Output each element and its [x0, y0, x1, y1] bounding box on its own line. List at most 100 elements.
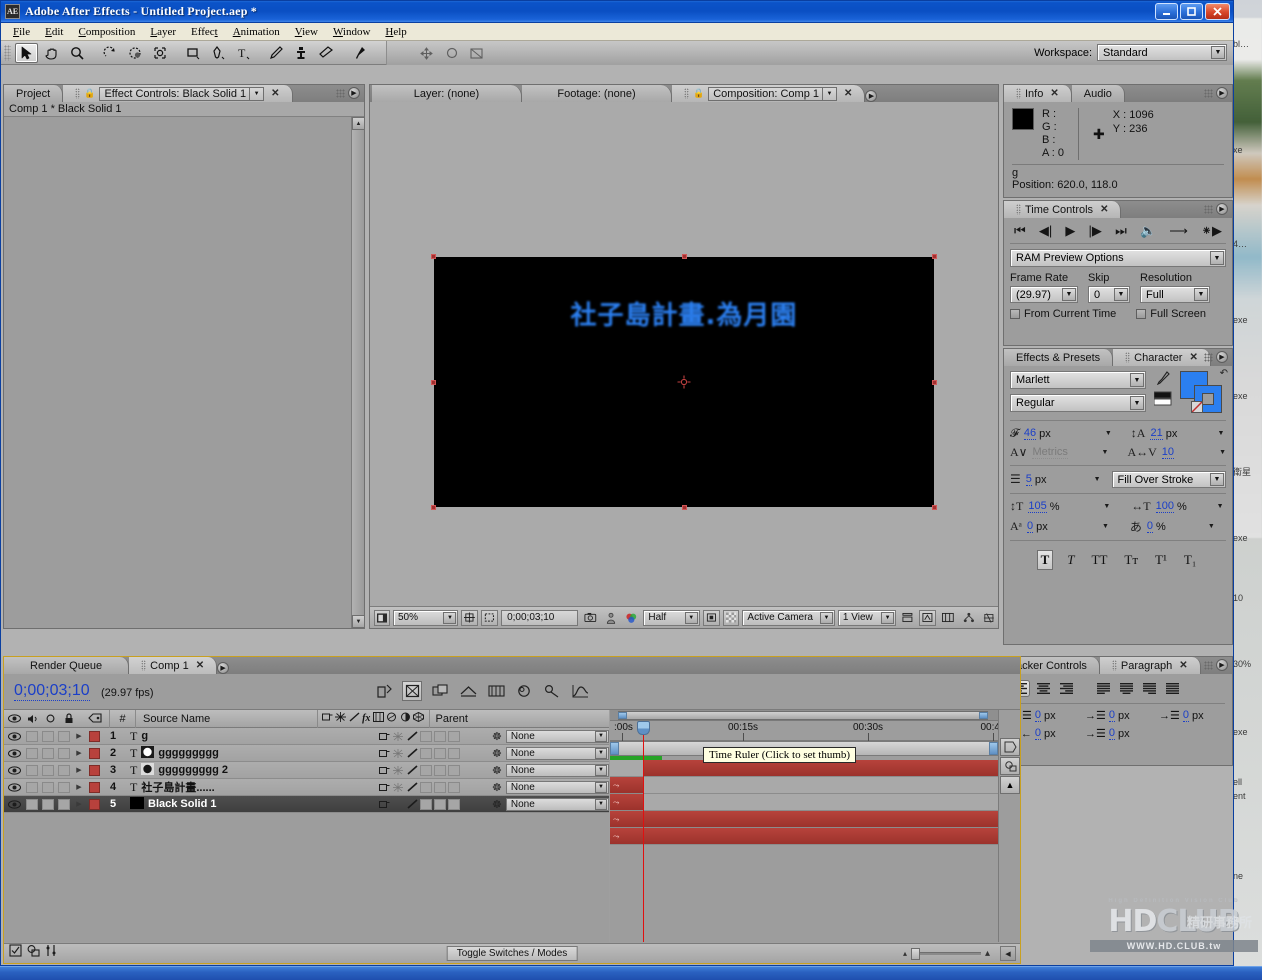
close-icon[interactable]: ✕ — [1100, 204, 1108, 215]
selection-handle-bc[interactable] — [682, 505, 687, 510]
checkbox-icon[interactable] — [1010, 309, 1020, 319]
toggle-switches-icon[interactable] — [9, 944, 22, 960]
close-icon[interactable]: ✕ — [844, 88, 852, 99]
layer-parent[interactable]: ☸ None ▼ — [489, 796, 609, 813]
layer-source-name[interactable]: T 社子島計畫...... — [124, 779, 377, 796]
paragraph-panel-menu[interactable]: ▶ — [1204, 659, 1228, 671]
table-row[interactable]: ▶ 5 Black Solid 1 ☸ None ▼ — [4, 796, 609, 813]
effects-toggle[interactable] — [420, 764, 432, 776]
transport-controls[interactable]: ⏮ ◀| ▶ |▶ ⏭ 🔈 ⟶ ⁕▶ — [1010, 222, 1226, 241]
zoom-in-icon[interactable]: ▴ — [985, 948, 990, 959]
selection-handle-mr[interactable] — [932, 380, 937, 385]
indent-left-value[interactable]: 0 — [1034, 709, 1041, 722]
rotation-tool[interactable] — [98, 43, 121, 63]
enable-frame-blending-icon[interactable] — [458, 681, 478, 701]
layer-lock-toggle[interactable] — [56, 762, 72, 779]
tab-grip-icon[interactable] — [1016, 204, 1021, 215]
timeline-layer-rows[interactable]: ▶ 1 Tg ☸ None ▼ ▶ 2 Tggggggggg ☸ None ▼ ▶ 3 Tggggggggg… — [4, 728, 609, 942]
chevron-down-icon[interactable]: ▼ — [1194, 288, 1208, 301]
shy-switch-icon[interactable] — [321, 712, 333, 725]
layer-twirl-icon[interactable]: ▶ — [72, 745, 86, 762]
font-family-dropdown[interactable]: Marlett ▼ — [1010, 371, 1146, 389]
pickwhip-icon[interactable]: ☸ — [492, 730, 502, 743]
selection-handle-br[interactable] — [932, 505, 937, 510]
tab-grip-icon[interactable] — [1111, 660, 1117, 671]
chevron-down-icon[interactable]: ▼ — [595, 764, 607, 776]
full-screen-checkbox[interactable]: Full Screen — [1136, 308, 1206, 320]
chevron-down-icon[interactable]: ▼ — [595, 730, 607, 742]
tab-grip-icon[interactable] — [1016, 88, 1021, 99]
close-icon[interactable]: ✕ — [271, 88, 279, 99]
justify-last-left-button[interactable] — [1094, 680, 1113, 697]
clone-stamp-tool[interactable] — [289, 43, 312, 63]
current-time-indicator[interactable] — [637, 721, 650, 735]
layer-switches[interactable] — [377, 762, 489, 779]
prev-frame-icon[interactable]: ◀| — [1039, 224, 1052, 237]
column-label-icon[interactable] — [80, 709, 110, 728]
zoom-slider-thumb[interactable] — [910, 947, 920, 960]
chevron-down-icon[interactable]: ▼ — [595, 747, 607, 759]
frame-blend-switch-icon[interactable] — [372, 712, 384, 725]
puppet-pin-tool[interactable] — [347, 43, 370, 63]
title-bar[interactable]: AE Adobe After Effects - Untitled Projec… — [1, 1, 1233, 23]
horizontal-scale-field[interactable]: 100 % — [1155, 500, 1212, 513]
pickwhip-icon[interactable]: ☸ — [492, 747, 502, 760]
chevron-down-icon[interactable]: ▼ — [684, 611, 698, 624]
draft-3d-icon[interactable] — [402, 681, 422, 701]
layer-audio-toggle[interactable] — [24, 745, 40, 762]
indent-first-line-value[interactable]: 0 — [1182, 709, 1189, 722]
chevron-down-icon[interactable]: ▼ — [1217, 503, 1224, 510]
stroke-width-value[interactable]: 5 — [1025, 473, 1032, 486]
subscript-button[interactable]: T₁ — [1181, 551, 1199, 569]
collapse-toggle[interactable] — [391, 765, 405, 775]
tab-effect-controls[interactable]: 🔒 Effect Controls: Black Solid 1 ▼ ✕ — [63, 85, 293, 102]
menu-bar[interactable]: File Edit Composition Layer Effect Animation V… — [1, 23, 1233, 41]
layer-duration-bar[interactable]: ⤳ — [610, 811, 998, 827]
windows-taskbar[interactable] — [0, 966, 1262, 980]
frame-blend-toggle[interactable] — [434, 764, 446, 776]
composition-canvas-area[interactable]: 社子島計畫.為月園 — [370, 102, 998, 606]
layer-duration-bars[interactable]: ⤳ ⤳ ⤳ ⤳ — [610, 760, 998, 942]
layer-switches[interactable] — [377, 728, 489, 745]
shy-toggle[interactable] — [377, 749, 391, 758]
zoom-slider-track[interactable] — [910, 952, 981, 955]
effect-controls-scrollbar[interactable]: ▲ ▼ — [351, 117, 365, 628]
workspace-dropdown[interactable]: Standard ▼ — [1097, 44, 1227, 61]
black-white-swatch-icon[interactable] — [1153, 391, 1172, 410]
chevron-down-icon[interactable]: ▼ — [1210, 251, 1224, 265]
faux-italic-button[interactable]: T — [1064, 551, 1077, 569]
zoom-tool[interactable] — [65, 43, 88, 63]
workspace-selector[interactable]: Workspace: Standard ▼ — [1034, 44, 1227, 61]
layer-color-swatch[interactable] — [86, 728, 102, 745]
pickwhip-icon[interactable]: ☸ — [492, 798, 502, 811]
tab-footage-viewer[interactable]: Footage: (none) — [522, 85, 672, 102]
chevron-down-icon[interactable]: ▼ — [819, 611, 833, 624]
kerning-field[interactable]: Metrics — [1032, 446, 1096, 459]
column-number-label[interactable]: # — [110, 709, 136, 728]
panel-menu-icon[interactable]: ▶ — [865, 90, 878, 102]
paragraph-alignment-buttons[interactable] — [1011, 680, 1225, 697]
collapse-switch-icon[interactable] — [335, 712, 347, 725]
frame-blend-toggle[interactable] — [434, 798, 446, 810]
column-solo-icon[interactable] — [42, 710, 58, 728]
auto-keyframe-icon[interactable] — [542, 681, 562, 701]
faux-bold-button[interactable]: T — [1036, 550, 1054, 570]
small-caps-button[interactable]: Tᴛ — [1121, 551, 1141, 569]
tracking-value[interactable]: 10 — [1161, 446, 1175, 459]
layer-audio-toggle[interactable] — [24, 762, 40, 779]
justify-last-center-button[interactable] — [1117, 680, 1136, 697]
view-layout-dropdown[interactable]: 1 View ▼ — [837, 609, 897, 626]
baseline-shift-field[interactable]: 0 px — [1026, 520, 1097, 533]
layer-solo-toggle[interactable] — [40, 728, 56, 745]
timeline-horizontal-scrollbar[interactable] — [610, 710, 998, 721]
last-frame-icon[interactable]: ⏭ — [1115, 224, 1127, 237]
scroll-left-button[interactable]: ◀ — [1000, 946, 1016, 961]
align-center-button[interactable] — [1034, 680, 1053, 697]
layer-lock-toggle[interactable] — [56, 745, 72, 762]
space-after-value[interactable]: 0 — [1108, 727, 1115, 740]
layer-twirl-icon[interactable]: ▶ — [72, 779, 86, 796]
chevron-down-icon[interactable]: ▼ — [1102, 523, 1109, 530]
collapse-toggle[interactable] — [391, 782, 405, 792]
playhead-line[interactable] — [643, 721, 644, 942]
selection-handle-tc[interactable] — [682, 254, 687, 259]
